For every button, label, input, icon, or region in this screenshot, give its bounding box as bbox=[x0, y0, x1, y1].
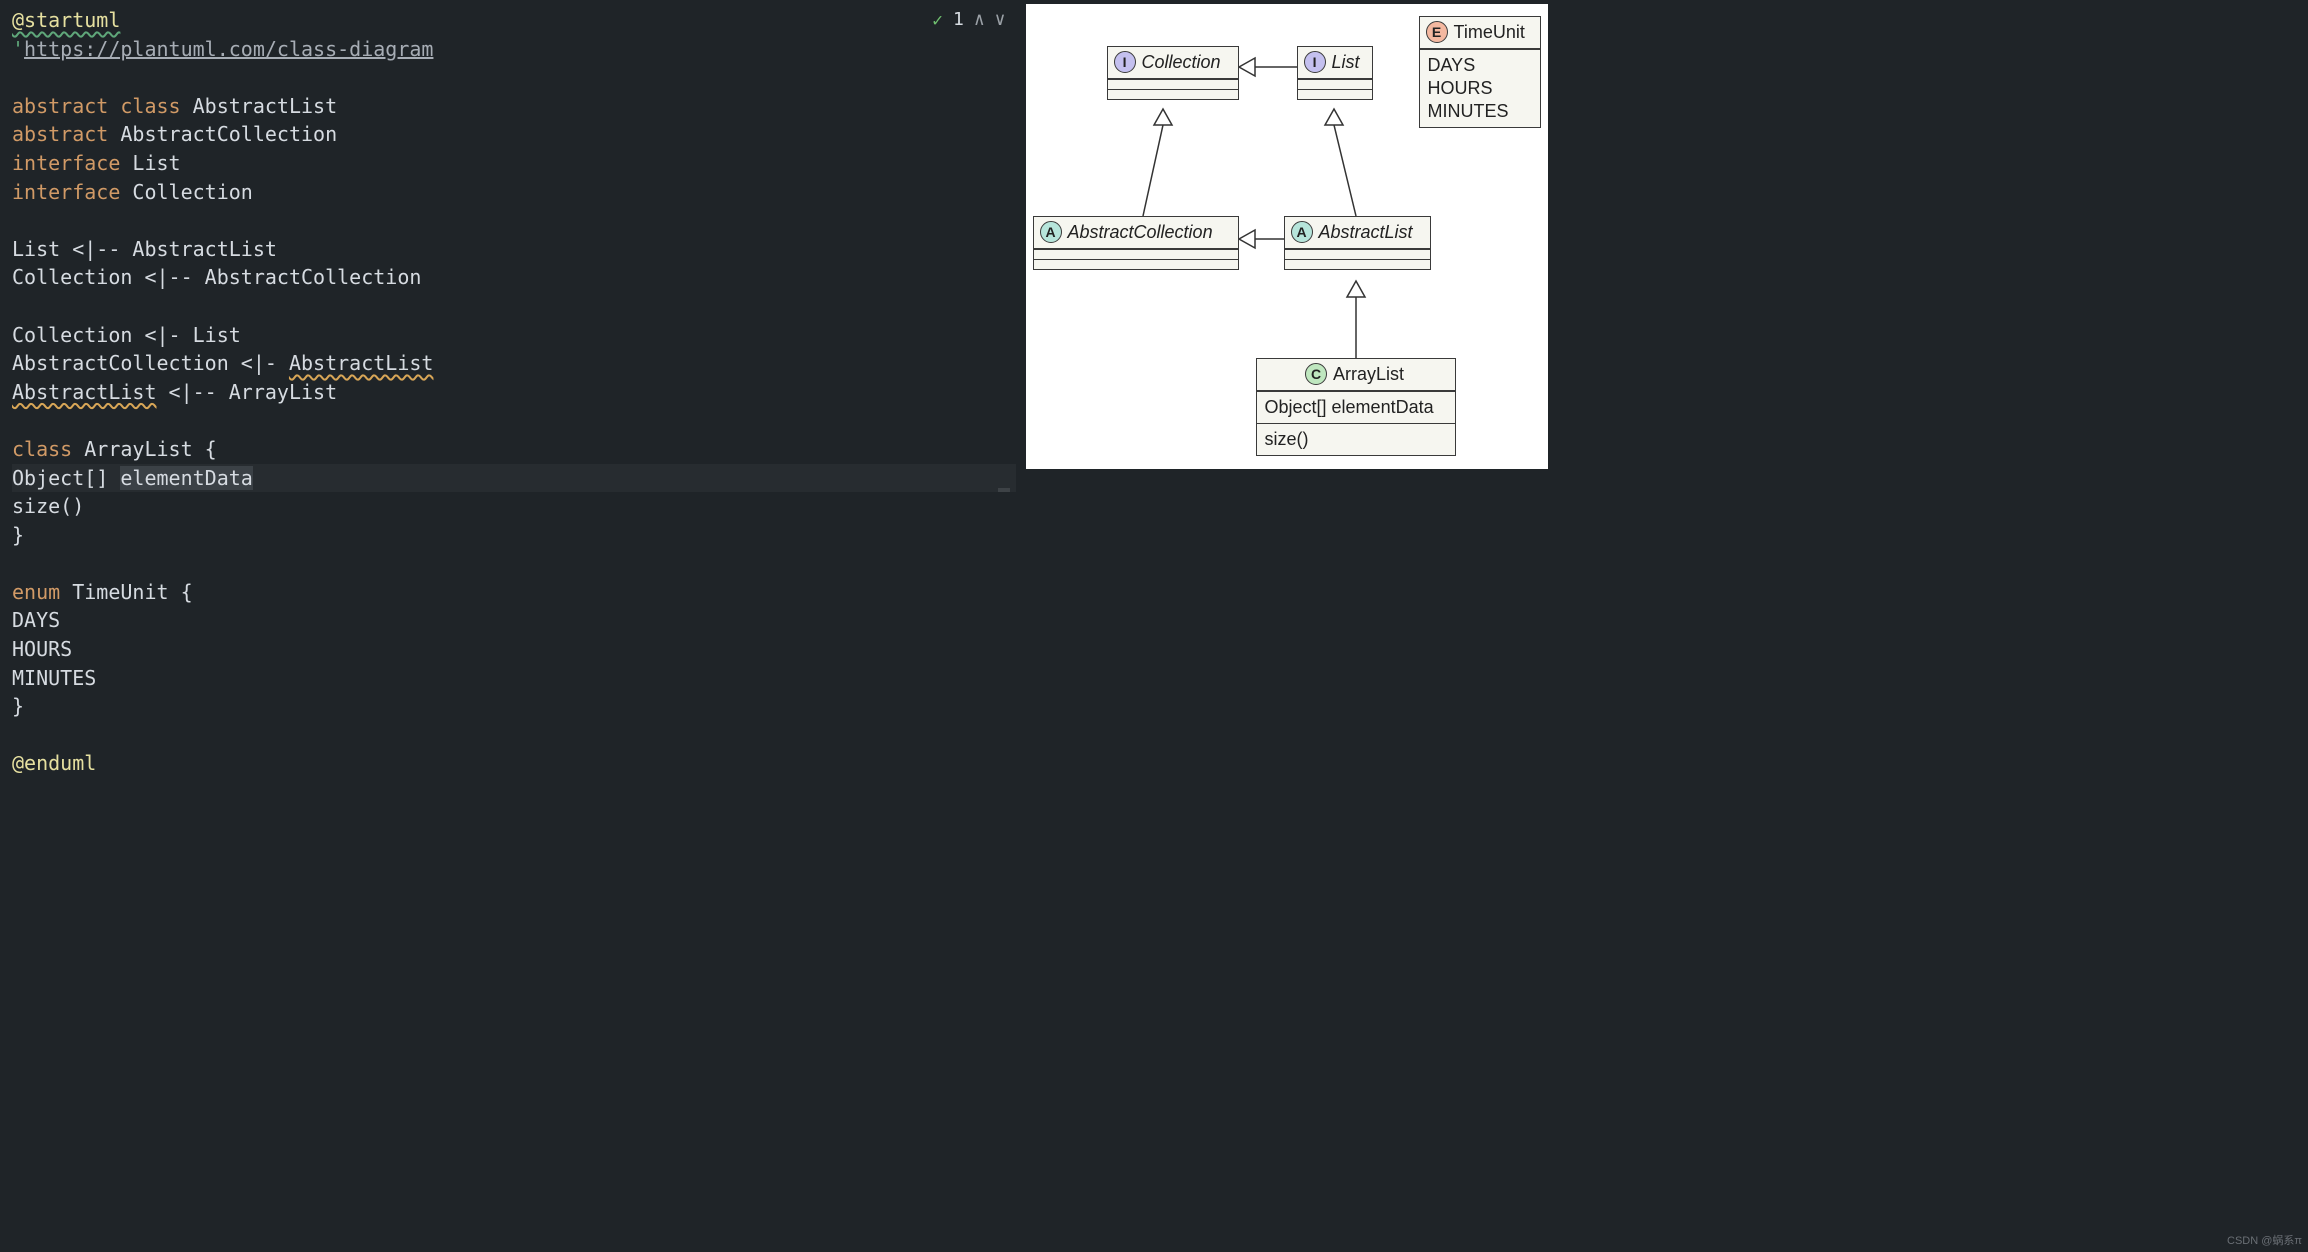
enum-badge-icon: E bbox=[1426, 21, 1448, 43]
diagram-preview: I Collection I List E TimeUnit bbox=[1016, 0, 2308, 1252]
next-highlight-icon[interactable]: ∨ bbox=[995, 6, 1006, 35]
interface-badge-icon: I bbox=[1114, 51, 1136, 73]
directive: @startuml bbox=[12, 8, 120, 32]
inspection-bar: ✓ 1 ∧ ∨ bbox=[932, 6, 1005, 35]
uml-abstract-collection: A AbstractCollection bbox=[1033, 216, 1239, 270]
uml-interface-list: I List bbox=[1297, 46, 1373, 100]
uml-class-arraylist: C ArrayList Object[] elementData size() bbox=[1256, 358, 1456, 456]
code-editor[interactable]: ✓ 1 ∧ ∨ @startuml 'https://plantuml.com/… bbox=[0, 0, 1016, 1252]
uml-interface-collection: I Collection bbox=[1107, 46, 1239, 100]
app-root: ✓ 1 ∧ ∨ @startuml 'https://plantuml.com/… bbox=[0, 0, 2308, 1252]
uml-abstract-list: A AbstractList bbox=[1284, 216, 1431, 270]
uml-enum-timeunit: E TimeUnit DAYS HOURS MINUTES bbox=[1419, 16, 1541, 128]
class-badge-icon: C bbox=[1305, 363, 1327, 385]
minimap-marker bbox=[998, 488, 1010, 492]
prev-highlight-icon[interactable]: ∧ bbox=[974, 6, 985, 35]
watermark: CSDN @蜗系π bbox=[2227, 1232, 2302, 1248]
directive: @enduml bbox=[12, 751, 96, 775]
uml-diagram: I Collection I List E TimeUnit bbox=[1026, 4, 1548, 469]
interface-badge-icon: I bbox=[1304, 51, 1326, 73]
comment-url[interactable]: https://plantuml.com/class-diagram bbox=[24, 37, 433, 61]
check-icon: ✓ bbox=[932, 7, 943, 36]
inspection-count: 1 bbox=[953, 6, 964, 35]
selection: elementData bbox=[120, 466, 252, 490]
abstract-badge-icon: A bbox=[1040, 221, 1062, 243]
abstract-badge-icon: A bbox=[1291, 221, 1313, 243]
